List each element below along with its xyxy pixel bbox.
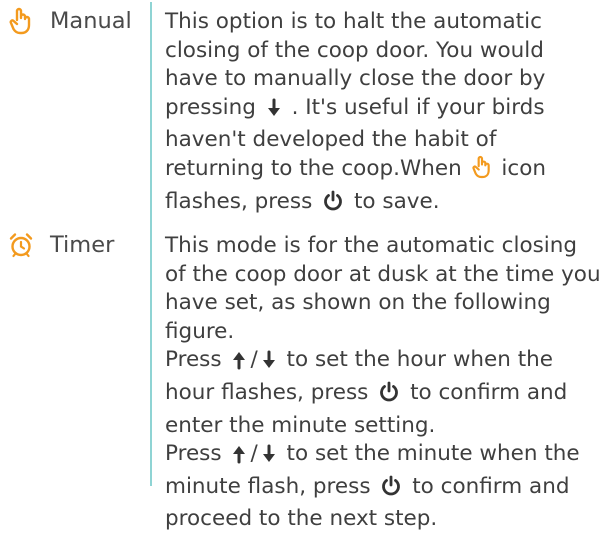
manual-label: Manual — [6, 4, 132, 38]
text-line: of the coop door at dusk at the time you — [165, 261, 601, 287]
text-fragment: to set the minute when the — [286, 441, 580, 467]
power-icon — [378, 381, 400, 412]
text-fragment: . It's useful if your birds — [291, 94, 545, 120]
text-fragment: returning to the coop.When — [165, 155, 462, 181]
text-line: enter the minute setting. — [165, 412, 436, 438]
text-fragment: flashes, press — [165, 188, 313, 214]
text-line: This option is to halt the automatic — [165, 9, 542, 34]
text-fragment: to confirm and — [412, 473, 570, 499]
text-line: This mode is for the automatic closing — [165, 233, 578, 258]
text-line: minute flash, press to confirm and — [165, 473, 601, 506]
text-fragment: icon — [501, 155, 546, 181]
text-line: hour flashes, press to confirm and — [165, 379, 601, 412]
text-line: have set, as shown on the following — [165, 290, 551, 316]
text-fragment: to confirm and — [410, 379, 568, 405]
down-arrow-icon — [261, 444, 277, 473]
down-arrow-icon — [261, 350, 277, 379]
text-line: pressing . It's useful if your birds — [165, 94, 601, 127]
column-divider — [150, 2, 152, 486]
text-fragment: Press — [165, 347, 222, 373]
text-line: proceed to the next step. — [165, 506, 438, 532]
text-line: returning to the coop.When icon — [165, 155, 601, 188]
timer-description: This mode is for the automatic closing o… — [165, 232, 601, 534]
hand-pointer-icon — [471, 155, 492, 188]
text-line: closing of the coop door. You would — [165, 37, 544, 63]
text-fragment: to save. — [353, 188, 440, 214]
text-fragment: to set the hour when the — [286, 347, 554, 373]
text-fragment: / — [250, 347, 258, 373]
text-line: figure. — [165, 318, 235, 344]
text-line: Press / to set the hour when the — [165, 346, 601, 379]
manual-description: This option is to halt the automatic clo… — [165, 8, 601, 220]
text-fragment: pressing — [165, 94, 256, 120]
down-arrow-icon — [266, 98, 282, 127]
power-icon — [322, 190, 344, 221]
hand-pointer-icon — [6, 6, 36, 36]
up-arrow-icon — [231, 350, 247, 379]
text-fragment: minute flash, press — [165, 473, 371, 499]
text-fragment: hour flashes, press — [165, 379, 369, 405]
up-arrow-icon — [231, 444, 247, 473]
text-line: haven't developed the habit of — [165, 127, 497, 153]
text-line: have to manually close the door by — [165, 66, 546, 92]
timer-label-text: Timer — [50, 232, 115, 258]
alarm-clock-icon — [6, 230, 36, 260]
text-line: Press / to set the minute when the — [165, 440, 601, 473]
text-fragment: Press — [165, 441, 222, 467]
text-fragment: / — [250, 441, 258, 467]
timer-label: Timer — [6, 228, 114, 262]
text-line: flashes, press to save. — [165, 188, 601, 221]
manual-label-text: Manual — [50, 8, 132, 34]
power-icon — [380, 475, 402, 506]
